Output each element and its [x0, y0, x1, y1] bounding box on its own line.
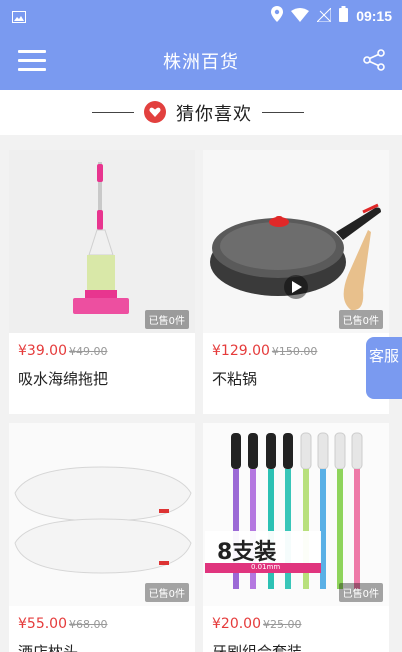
original-price: ¥49.00: [69, 345, 108, 358]
battery-icon: [339, 6, 349, 26]
sold-count: 已售0件: [144, 583, 189, 602]
product-price: ¥39.00 ¥49.00: [18, 343, 108, 359]
product-card[interactable]: 已售0件 ¥129.00 ¥150.00 不粘锅: [203, 150, 389, 414]
product-price: ¥129.00 ¥150.00: [212, 343, 318, 359]
sim-icon: [315, 6, 332, 26]
product-image: 8支装 0.01mm 已售0件: [203, 423, 389, 606]
sold-count: 已售0件: [338, 583, 383, 602]
status-time: 09:15: [356, 8, 392, 24]
divider-right: [262, 112, 304, 113]
product-card[interactable]: 8支装 0.01mm 已售0件 ¥20.00 ¥25.00 牙刷组合套装: [203, 423, 389, 652]
product-image: 已售0件: [9, 150, 195, 333]
sold-count: 已售0件: [144, 310, 189, 329]
product-name: 牙刷组合套装: [212, 643, 303, 652]
page-title: 株洲百货: [163, 52, 239, 73]
sold-count: 已售0件: [338, 310, 383, 329]
divider-left: [92, 112, 134, 113]
product-image: 已售0件: [9, 423, 195, 606]
share-icon[interactable]: [362, 48, 386, 72]
section-header: 猜你喜欢: [0, 90, 402, 135]
product-name: 吸水海绵拖把: [18, 370, 109, 388]
original-price: ¥68.00: [69, 618, 108, 631]
original-price: ¥150.00: [271, 345, 318, 358]
product-card[interactable]: 已售0件 ¥39.00 ¥49.00 吸水海绵拖把: [9, 150, 195, 414]
product-card[interactable]: 已售0件 ¥55.00 ¥68.00 酒店枕头: [9, 423, 195, 652]
product-name: 不粘锅: [212, 370, 258, 388]
status-bar: 09:15: [0, 0, 402, 30]
original-price: ¥25.00: [263, 618, 302, 631]
customer-service-button[interactable]: 客服: [366, 337, 402, 399]
product-name: 酒店枕头: [18, 643, 79, 652]
location-icon: [271, 6, 284, 26]
product-price: ¥20.00 ¥25.00: [212, 616, 302, 632]
wifi-icon: [291, 7, 310, 26]
toothbrush-banner-text: 8支装: [217, 540, 277, 565]
heart-badge-icon: [144, 101, 166, 123]
product-price: ¥55.00 ¥68.00: [18, 616, 108, 632]
toothbrush-banner-subtext: 0.01mm: [251, 563, 281, 571]
app-bar: 株洲百货: [0, 30, 402, 90]
section-title: 猜你喜欢: [176, 104, 252, 125]
product-image: 已售0件: [203, 150, 389, 333]
image-icon: [12, 8, 26, 27]
